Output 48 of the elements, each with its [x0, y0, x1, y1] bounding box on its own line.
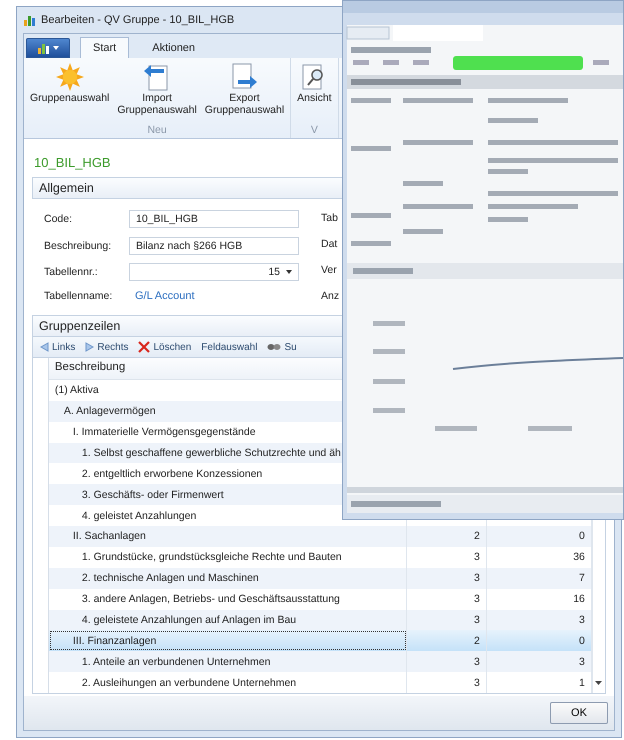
- ribbon-tab[interactable]: Aktionen: [139, 37, 208, 58]
- field-label: Code:: [44, 213, 74, 226]
- down-arrow-icon: [595, 681, 602, 685]
- chart-logo-icon: [23, 14, 36, 26]
- input-field[interactable]: Bilanz nach §266 HGB: [129, 236, 299, 255]
- ribbon-button[interactable]: Gruppenauswahl: [28, 62, 112, 124]
- dropdown-field[interactable]: 15: [129, 263, 299, 282]
- toolbar-button[interactable]: Feldauswahl: [198, 342, 260, 352]
- table-cell: 1: [486, 672, 592, 693]
- table-row[interactable]: 1. Anteile an verbundenen Unternehmen 3 3: [48, 651, 592, 672]
- group-label: Neu: [147, 124, 167, 136]
- right-triangle-icon: [85, 342, 94, 352]
- ok-button[interactable]: OK: [550, 702, 608, 724]
- table-name-link[interactable]: G/L Account: [129, 286, 201, 305]
- group-label: V: [310, 124, 318, 136]
- toolbar-button[interactable]: Su: [264, 342, 300, 352]
- table-row[interactable]: II. Sachanlagen 2 0: [48, 526, 592, 547]
- window-title: Bearbeiten - QV Gruppe - 10_BIL_HGB: [41, 14, 234, 26]
- ribbon-button[interactable]: Import Gruppenauswahl: [115, 62, 199, 124]
- caret-icon: [286, 270, 292, 274]
- ribbon-button[interactable]: Ansicht: [295, 62, 334, 124]
- table-row[interactable]: 4. geleistete Anzahlungen auf Anlagen im Bau 3 3: [48, 610, 592, 630]
- toolbar-button[interactable]: Rechts: [82, 342, 132, 352]
- glasses-icon: [267, 343, 282, 351]
- table-row[interactable]: 2. technische Anlagen und Maschinen 3 7: [48, 568, 592, 589]
- ribbon-tab[interactable]: Start: [80, 37, 130, 58]
- field-label: Ver: [321, 264, 338, 276]
- field-label: Tabellenname:: [44, 290, 114, 302]
- field-label: Tabellennr.:: [44, 266, 99, 278]
- field-label: Tab: [321, 212, 339, 224]
- toolbar-button[interactable]: Links: [37, 342, 78, 352]
- toolbar-button[interactable]: Löschen: [135, 341, 194, 353]
- chart-logo-icon: [38, 42, 50, 54]
- caret-icon: [52, 46, 58, 50]
- field-label: Dat: [321, 238, 338, 250]
- field-label: Anz: [321, 290, 340, 302]
- field-label: Beschreibung:: [44, 240, 112, 252]
- sun-icon: [54, 62, 85, 92]
- table-cell: 3: [406, 672, 487, 693]
- table-row[interactable]: 3. andere Anlagen, Betriebs- und Geschäftsausstattung 3 16: [48, 588, 592, 610]
- table-row[interactable]: III. Finanzanlagen 2 0: [48, 630, 592, 652]
- ribbon-button[interactable]: Export Gruppenauswahl: [202, 62, 286, 124]
- delete-icon: [138, 341, 150, 353]
- page-title: 10_BIL_HGB: [33, 154, 112, 172]
- left-triangle-icon: [40, 342, 49, 352]
- application-menu-button[interactable]: [26, 38, 70, 58]
- input-field[interactable]: 10_BIL_HGB: [129, 210, 299, 228]
- table-cell: 2. Ausleihungen an verbundene Unternehmen: [48, 672, 407, 693]
